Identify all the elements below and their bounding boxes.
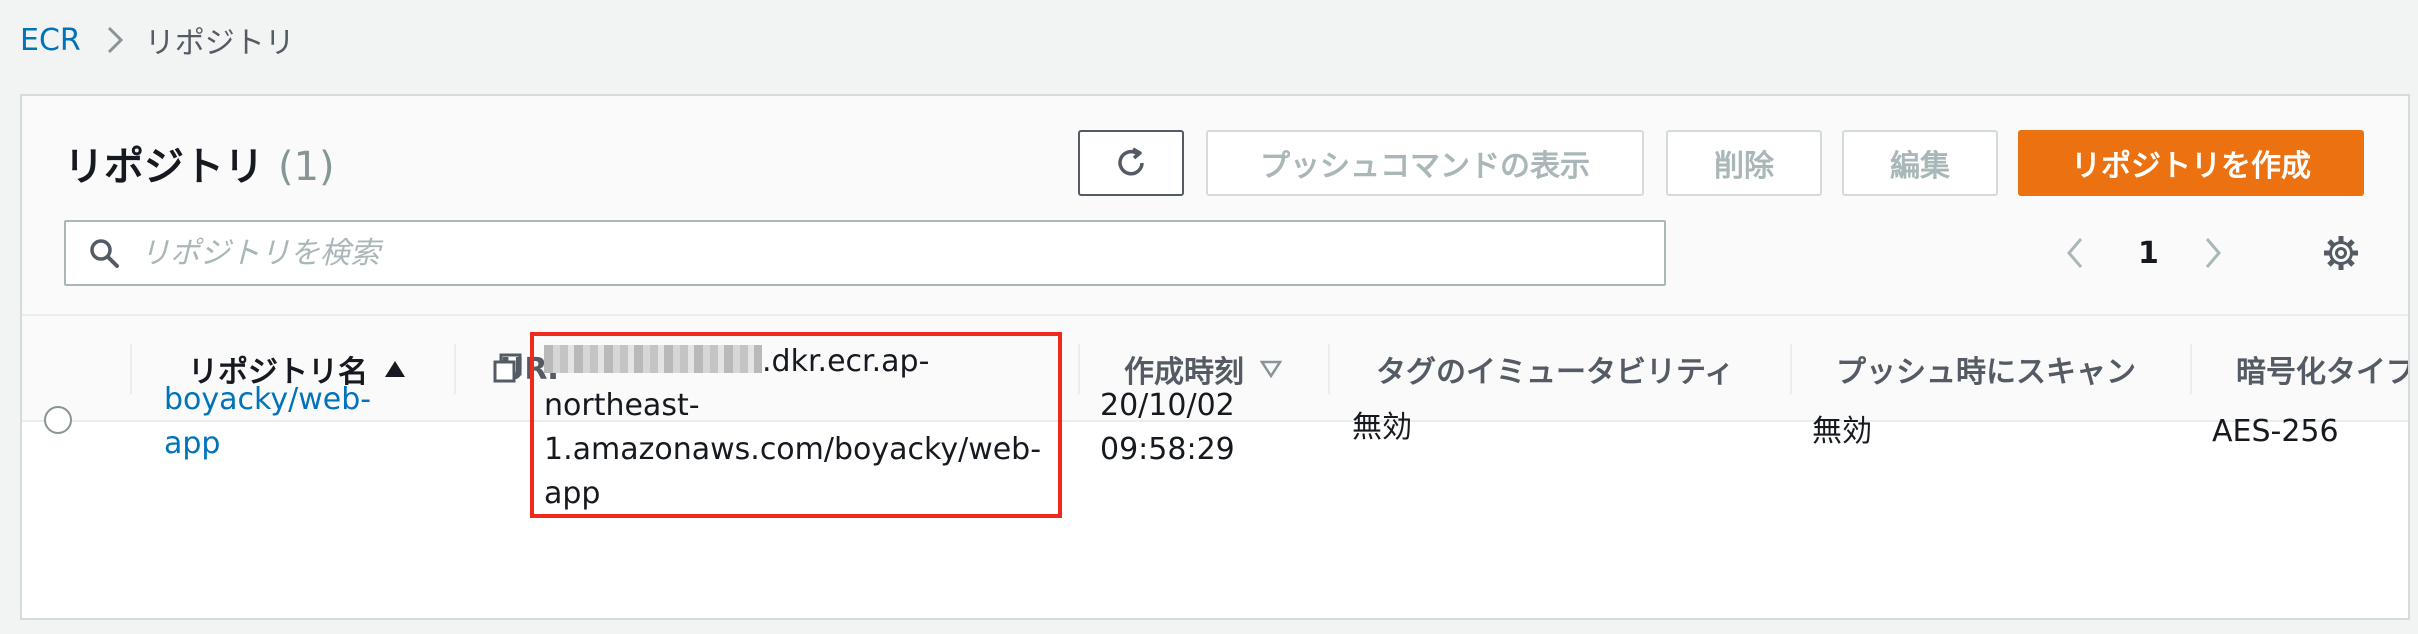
chevron-left-icon [2066,236,2084,270]
repository-name-link[interactable]: boyacky/web-app [164,378,384,466]
chevron-right-icon [107,26,123,54]
breadcrumb-current: リポジトリ [144,26,295,61]
row-select-radio[interactable] [44,406,72,434]
search-icon [88,237,120,269]
column-header-encryption[interactable]: 暗号化タイプ [2236,316,2408,422]
tag-mutability-value: 無効 [1352,410,1412,445]
create-repository-button[interactable]: リポジトリを作成 [2018,130,2364,196]
panel-header: リポジトリ (1) プッシュコマンドの表示 削除 編集 リポジトリを作成 1 [22,96,2408,316]
encryption-value: AES-256 [2212,414,2339,449]
column-divider [1790,344,1792,394]
column-header-scan-on-push[interactable]: プッシュ時にスキャン [1836,316,2136,422]
column-divider [1328,344,1330,394]
previous-page-button[interactable] [2066,220,2084,286]
refresh-button[interactable] [1078,130,1184,196]
column-divider [1078,344,1080,394]
column-divider [454,344,456,394]
column-divider [130,344,132,394]
title-text: リポジトリ [64,144,264,190]
created-date: 20/10/02 [1100,388,1235,423]
copy-icon[interactable] [492,352,524,388]
scan-on-push-value: 無効 [1812,414,1872,449]
uri-highlight-box [530,332,1062,518]
breadcrumb-ecr-link[interactable]: ECR [20,23,81,58]
breadcrumb: ECR リポジトリ [20,18,295,62]
next-page-button[interactable] [2204,220,2222,286]
sort-descending-icon [1260,360,1282,378]
edit-button[interactable]: 編集 [1842,130,1998,196]
view-push-commands-button[interactable]: プッシュコマンドの表示 [1206,130,1644,196]
repositories-panel: リポジトリ (1) プッシュコマンドの表示 削除 編集 リポジトリを作成 1 [20,94,2410,620]
current-page-number[interactable]: 1 [2138,220,2159,286]
chevron-right-icon [2204,236,2222,270]
search-input[interactable] [138,234,1602,272]
search-box [64,220,1666,286]
delete-button[interactable]: 削除 [1666,130,1822,196]
repository-count: (1) [278,144,335,190]
created-time: 09:58:29 [1100,432,1235,467]
gear-icon [2321,233,2361,273]
refresh-icon [1113,145,1149,181]
sort-ascending-icon [384,360,406,378]
page-title: リポジトリ (1) [64,134,335,192]
table-settings-button[interactable] [2314,226,2368,280]
created-at: 20/10/02 09:58:29 [1100,384,1300,472]
column-header-tag-mutability[interactable]: タグのイミュータビリティ [1376,316,1734,422]
column-divider [2190,344,2192,394]
